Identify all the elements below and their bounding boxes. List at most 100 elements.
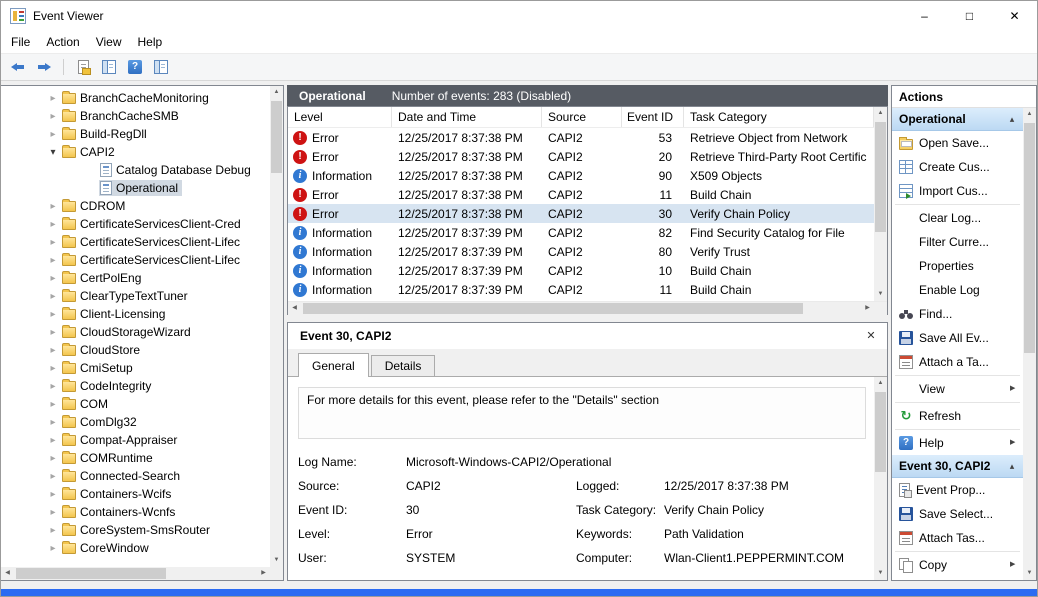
- expand-icon[interactable]: [45, 196, 61, 216]
- menu-item-file[interactable]: File: [3, 31, 38, 53]
- tree-item-operational[interactable]: Operational: [1, 179, 270, 197]
- event-row-6[interactable]: Information12/25/2017 8:37:39 PMCAPI282F…: [288, 223, 874, 242]
- column-header-event-id[interactable]: Event ID: [622, 107, 684, 127]
- expand-icon[interactable]: [45, 304, 61, 324]
- action-event-prop[interactable]: Event Prop...: [892, 478, 1023, 502]
- event-description-box[interactable]: For more details for this event, please …: [298, 387, 866, 439]
- column-header-date-and-time[interactable]: Date and Time: [392, 107, 542, 127]
- tree-item-certificateservicesclient-lifec[interactable]: CertificateServicesClient-Lifec: [1, 233, 270, 251]
- scrollbar-track[interactable]: [874, 120, 887, 288]
- open-saved-log-button[interactable]: [71, 56, 95, 78]
- expand-icon[interactable]: [45, 340, 61, 360]
- scroll-up-icon[interactable]: [874, 377, 887, 390]
- scrollbar-thumb[interactable]: [271, 101, 282, 173]
- expand-icon[interactable]: [45, 232, 61, 252]
- back-button[interactable]: [6, 56, 30, 78]
- scrollbar-track[interactable]: [301, 302, 861, 315]
- action-clear-log[interactable]: Clear Log...: [892, 206, 1023, 230]
- scroll-down-icon[interactable]: [874, 567, 887, 580]
- tree-item-certificateservicesclient-cred[interactable]: CertificateServicesClient-Cred: [1, 215, 270, 233]
- event-row-8[interactable]: Information12/25/2017 8:37:39 PMCAPI210B…: [288, 261, 874, 280]
- column-header-source[interactable]: Source: [542, 107, 622, 127]
- tab-general[interactable]: General: [298, 353, 369, 377]
- expand-icon[interactable]: [45, 430, 61, 450]
- tree-horizontal-scrollbar[interactable]: [1, 567, 270, 580]
- scrollbar-thumb[interactable]: [1024, 123, 1035, 353]
- scroll-down-icon[interactable]: [1023, 567, 1036, 580]
- action-attach-tas[interactable]: Attach Tas...: [892, 526, 1023, 550]
- tree-item-client-licensing[interactable]: Client-Licensing: [1, 305, 270, 323]
- scrollbar-thumb[interactable]: [875, 122, 886, 232]
- minimize-button[interactable]: –: [902, 1, 947, 31]
- scrollbar-thumb[interactable]: [875, 392, 886, 472]
- column-header-level[interactable]: Level: [288, 107, 392, 127]
- action-help[interactable]: Help: [892, 431, 1023, 455]
- tree-item-cleartypetexttuner[interactable]: ClearTypeTextTuner: [1, 287, 270, 305]
- console-tree-toggle-button[interactable]: [97, 56, 121, 78]
- expand-icon[interactable]: [45, 286, 61, 306]
- tree-item-corewindow[interactable]: CoreWindow: [1, 539, 270, 557]
- expand-icon[interactable]: [45, 520, 61, 540]
- tree-item-comruntime[interactable]: COMRuntime: [1, 449, 270, 467]
- expand-icon[interactable]: [45, 250, 61, 270]
- tree-item-certpoleng[interactable]: CertPolEng: [1, 269, 270, 287]
- event-row-4[interactable]: Error12/25/2017 8:37:38 PMCAPI211Build C…: [288, 185, 874, 204]
- tree-item-compat-appraiser[interactable]: Compat-Appraiser: [1, 431, 270, 449]
- action-import-cus[interactable]: Import Cus...: [892, 179, 1023, 203]
- tree-item-branchcachemonitoring[interactable]: BranchCacheMonitoring: [1, 89, 270, 107]
- close-button[interactable]: ✕: [992, 1, 1037, 31]
- action-save-all-ev[interactable]: Save All Ev...: [892, 326, 1023, 350]
- tree-item-cloudstoragewizard[interactable]: CloudStorageWizard: [1, 323, 270, 341]
- action-view[interactable]: View: [892, 377, 1023, 401]
- expand-icon[interactable]: [45, 466, 61, 486]
- menu-item-help[interactable]: Help: [130, 31, 171, 53]
- scroll-down-icon[interactable]: [270, 554, 283, 567]
- tree-item-cloudstore[interactable]: CloudStore: [1, 341, 270, 359]
- expand-icon[interactable]: [45, 322, 61, 342]
- close-preview-button[interactable]: [861, 326, 881, 346]
- scrollbar-thumb[interactable]: [303, 303, 803, 314]
- scroll-down-icon[interactable]: [874, 288, 887, 301]
- action-pane-toggle-button[interactable]: [149, 56, 173, 78]
- tree-item-comdlg32[interactable]: ComDlg32: [1, 413, 270, 431]
- action-attach-a-ta[interactable]: Attach a Ta...: [892, 350, 1023, 374]
- action-find[interactable]: Find...: [892, 302, 1023, 326]
- expand-icon[interactable]: [45, 448, 61, 468]
- forward-button[interactable]: [32, 56, 56, 78]
- action-create-cus[interactable]: Create Cus...: [892, 155, 1023, 179]
- action-save-select[interactable]: Save Select...: [892, 502, 1023, 526]
- scrollbar-thumb[interactable]: [16, 568, 166, 579]
- scrollbar-track[interactable]: [270, 99, 283, 554]
- action-enable-log[interactable]: Enable Log: [892, 278, 1023, 302]
- maximize-button[interactable]: □: [947, 1, 992, 31]
- expand-icon[interactable]: [45, 538, 61, 558]
- event-row-2[interactable]: Error12/25/2017 8:37:38 PMCAPI220Retriev…: [288, 147, 874, 166]
- scroll-right-icon[interactable]: [257, 567, 270, 580]
- scrollbar-track[interactable]: [1023, 121, 1036, 567]
- action-copy[interactable]: Copy: [892, 553, 1023, 577]
- scroll-up-icon[interactable]: [1023, 108, 1036, 121]
- tree-item-branchcachesmb[interactable]: BranchCacheSMB: [1, 107, 270, 125]
- actions-section-event-30-capi2[interactable]: Event 30, CAPI2: [892, 455, 1023, 478]
- scroll-up-icon[interactable]: [874, 107, 887, 120]
- expand-icon[interactable]: [45, 124, 61, 144]
- tab-details[interactable]: Details: [371, 355, 436, 376]
- column-header-task-category[interactable]: Task Category: [684, 107, 874, 127]
- detail-vertical-scrollbar[interactable]: [874, 377, 887, 580]
- expand-icon[interactable]: [45, 214, 61, 234]
- tree-item-containers-wcnfs[interactable]: Containers-Wcnfs: [1, 503, 270, 521]
- tree-item-codeintegrity[interactable]: CodeIntegrity: [1, 377, 270, 395]
- tree-item-coresystem-smsrouter[interactable]: CoreSystem-SmsRouter: [1, 521, 270, 539]
- tree-item-cdrom[interactable]: CDROM: [1, 197, 270, 215]
- expand-icon[interactable]: [45, 502, 61, 522]
- scrollbar-track[interactable]: [874, 390, 887, 567]
- expand-icon[interactable]: [45, 484, 61, 504]
- menu-item-action[interactable]: Action: [38, 31, 87, 53]
- collapse-icon[interactable]: [45, 142, 61, 162]
- action-filter-curre[interactable]: Filter Curre...: [892, 230, 1023, 254]
- expand-icon[interactable]: [45, 88, 61, 108]
- events-horizontal-scrollbar[interactable]: [288, 302, 874, 315]
- scrollbar-track[interactable]: [14, 567, 257, 580]
- action-refresh[interactable]: Refresh: [892, 404, 1023, 428]
- expand-icon[interactable]: [45, 412, 61, 432]
